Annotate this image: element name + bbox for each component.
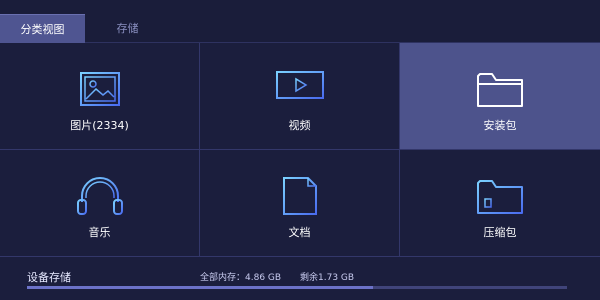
category-label: 压缩包 bbox=[483, 226, 517, 239]
headphones-icon bbox=[75, 176, 125, 216]
storage-progress-fill bbox=[27, 286, 373, 289]
category-label: 文档 bbox=[288, 226, 311, 239]
tab-storage[interactable]: 存储 bbox=[85, 14, 170, 42]
category-install-packages[interactable]: 安装包 bbox=[400, 43, 600, 150]
category-grid: 图片(2334) 视频 安装包 音乐 文档 压缩包 bbox=[0, 43, 600, 258]
category-label: 图片(2334) bbox=[70, 119, 129, 132]
category-images[interactable]: 图片(2334) bbox=[0, 43, 200, 150]
storage-progress-track bbox=[27, 286, 567, 289]
image-icon bbox=[75, 69, 125, 109]
storage-total: 全部内存：4.86 GB bbox=[200, 273, 282, 283]
category-documents[interactable]: 文档 bbox=[200, 150, 400, 257]
tab-bar: 分类视图 存储 bbox=[0, 0, 600, 43]
category-videos[interactable]: 视频 bbox=[200, 43, 400, 150]
storage-title: 设备存储 bbox=[27, 271, 71, 284]
storage-footer: 设备存储 全部内存：4.86 GB 剩余1.73 GB bbox=[0, 258, 600, 300]
video-monitor-icon bbox=[275, 69, 325, 109]
category-archives[interactable]: 压缩包 bbox=[400, 150, 600, 257]
category-label: 音乐 bbox=[88, 226, 111, 239]
category-label: 视频 bbox=[288, 119, 311, 132]
tab-category-view[interactable]: 分类视图 bbox=[0, 14, 85, 43]
zip-folder-icon bbox=[475, 176, 525, 216]
folder-icon bbox=[475, 69, 525, 109]
document-icon bbox=[275, 176, 325, 216]
storage-remaining: 剩余1.73 GB bbox=[300, 273, 355, 283]
category-label: 安装包 bbox=[483, 119, 517, 132]
category-music[interactable]: 音乐 bbox=[0, 150, 200, 257]
